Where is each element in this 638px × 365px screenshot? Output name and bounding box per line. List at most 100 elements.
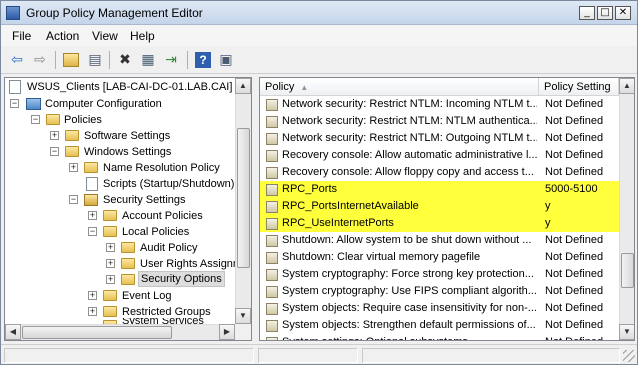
column-header-setting-label: Policy Setting	[544, 81, 611, 93]
policy-setting: Not Defined	[545, 251, 604, 263]
export-icon[interactable]: ⇥	[163, 52, 179, 68]
tree-item-scripts[interactable]: Scripts (Startup/Shutdown)	[5, 176, 245, 192]
table-row[interactable]: Network security: Restrict NTLM: NTLM au…	[260, 113, 619, 130]
menu-help[interactable]: Help	[130, 29, 155, 43]
tree-item-computer-configuration[interactable]: − Computer Configuration	[5, 96, 245, 112]
table-row[interactable]: Shutdown: Clear virtual memory pagefile N…	[260, 249, 619, 266]
table-row[interactable]: System cryptography: Force strong key pr…	[260, 266, 619, 283]
policy-icon	[266, 252, 278, 264]
tree-horizontal-scrollbar[interactable]: ◀ ▶	[5, 324, 235, 340]
tree-item-local-policies[interactable]: − Local Policies	[5, 224, 245, 240]
list-vertical-scrollbar[interactable]: ▲ ▼	[619, 78, 634, 340]
policy-setting: Not Defined	[545, 334, 603, 340]
scroll-right-button[interactable]: ▶	[219, 324, 235, 340]
console-icon[interactable]: ▣	[218, 52, 234, 68]
tree-item-policies[interactable]: − Policies	[5, 112, 245, 128]
policy-setting: 5000-5100	[545, 183, 598, 195]
toolbar-separator	[55, 51, 56, 69]
resize-grip-icon[interactable]	[623, 350, 635, 362]
scroll-up-button[interactable]: ▲	[619, 78, 634, 94]
tree-item-label: Name Resolution Policy	[103, 162, 220, 174]
tree-item-windows-settings[interactable]: − Windows Settings	[5, 144, 245, 160]
table-row[interactable]: System cryptography: Use FIPS compliant …	[260, 283, 619, 300]
scroll-down-button[interactable]: ▼	[619, 324, 634, 340]
expand-icon[interactable]: +	[106, 259, 115, 268]
scroll-left-button[interactable]: ◀	[5, 324, 21, 340]
up-folder-icon[interactable]	[63, 53, 79, 67]
toolbar: ⇦ ⇨ ▤ ✖ ▦ ⇥ ? ▣	[1, 46, 637, 74]
forward-icon[interactable]: ⇨	[32, 52, 48, 68]
menu-view[interactable]: View	[92, 29, 118, 43]
expand-icon[interactable]: +	[69, 163, 78, 172]
properties-icon[interactable]: ▦	[140, 52, 156, 68]
delete-icon[interactable]: ✖	[117, 52, 133, 68]
policy-name: Network security: Restrict NTLM: Incomin…	[282, 98, 537, 110]
scroll-thumb[interactable]	[237, 128, 250, 268]
tree-item-software-settings[interactable]: + Software Settings	[5, 128, 245, 144]
table-row[interactable]: Recovery console: Allow automatic admini…	[260, 147, 619, 164]
status-panel-left	[4, 348, 254, 363]
menu-file[interactable]: File	[12, 29, 31, 43]
help-icon[interactable]: ?	[195, 52, 211, 68]
tree-root[interactable]: WSUS_Clients [LAB-CAI-DC-01.LAB.CAI] Po	[7, 79, 249, 95]
policy-name: System cryptography: Force strong key pr…	[282, 268, 534, 280]
scroll-up-button[interactable]: ▲	[235, 78, 251, 94]
expand-icon[interactable]: +	[50, 131, 59, 140]
tree-item-name-resolution-policy[interactable]: + Name Resolution Policy	[5, 160, 245, 176]
column-header-policy[interactable]: Policy ▲	[260, 78, 539, 96]
table-row[interactable]: RPC_UseInternetPorts y	[260, 215, 619, 232]
column-header-policy-setting[interactable]: Policy Setting	[539, 78, 619, 96]
tree-item-audit-policy[interactable]: + Audit Policy	[5, 240, 245, 256]
policy-name: Shutdown: Clear virtual memory pagefile	[282, 251, 481, 263]
tree-item-security-settings[interactable]: − Security Settings	[5, 192, 245, 208]
expand-icon[interactable]: +	[88, 307, 97, 316]
scroll-thumb[interactable]	[22, 326, 172, 339]
collapse-icon[interactable]: −	[88, 227, 97, 236]
menu-action[interactable]: Action	[46, 29, 79, 43]
table-row[interactable]: System objects: Require case insensitivi…	[260, 300, 619, 317]
table-row[interactable]: Network security: Restrict NTLM: Incomin…	[260, 96, 619, 113]
table-row[interactable]: System settings: Optional subsystems Not …	[260, 334, 619, 340]
table-row[interactable]: RPC_Ports 5000-5100	[260, 181, 619, 198]
minimize-button[interactable]: _	[579, 6, 595, 20]
tree-item-event-log[interactable]: + Event Log	[5, 288, 245, 304]
scroll-down-button[interactable]: ▼	[235, 308, 251, 324]
close-button[interactable]: ✕	[615, 6, 631, 20]
collapse-icon[interactable]: −	[69, 195, 78, 204]
policy-setting: Not Defined	[545, 132, 604, 144]
list-header: Policy ▲ Policy Setting	[260, 78, 619, 96]
back-icon[interactable]: ⇦	[9, 52, 25, 68]
table-row[interactable]: RPC_PortsInternetAvailable y	[260, 198, 619, 215]
tree-vertical-scrollbar[interactable]: ▲ ▼	[235, 78, 251, 324]
table-row[interactable]: Network security: Restrict NTLM: Outgoin…	[260, 130, 619, 147]
table-row[interactable]: Recovery console: Allow floppy copy and …	[260, 164, 619, 181]
title-bar[interactable]: Group Policy Management Editor _ □ ✕	[1, 1, 637, 25]
scroll-thumb[interactable]	[621, 253, 634, 288]
tree-item-user-rights-assignment[interactable]: + User Rights Assignm	[5, 256, 245, 272]
tree-item-label: Audit Policy	[140, 242, 198, 254]
folder-icon	[103, 210, 117, 221]
tree-item-label: Scripts (Startup/Shutdown)	[103, 178, 235, 190]
collapse-icon[interactable]: −	[50, 147, 59, 156]
policy-folder-icon	[121, 274, 135, 285]
policy-name: Recovery console: Allow floppy copy and …	[282, 166, 534, 178]
computer-icon	[26, 98, 41, 110]
expand-icon[interactable]: +	[106, 275, 115, 284]
folder-icon	[65, 130, 79, 141]
expand-icon[interactable]: +	[106, 243, 115, 252]
collapse-icon[interactable]: −	[31, 115, 40, 124]
policy-name: RPC_Ports	[282, 183, 338, 195]
console-tree[interactable]: WSUS_Clients [LAB-CAI-DC-01.LAB.CAI] Po …	[4, 77, 252, 341]
policy-list[interactable]: Policy ▲ Policy Setting Network security:…	[259, 77, 635, 341]
tree-item-account-policies[interactable]: + Account Policies	[5, 208, 245, 224]
show-tree-icon[interactable]: ▤	[87, 52, 103, 68]
maximize-button[interactable]: □	[597, 6, 613, 20]
collapse-icon[interactable]: −	[10, 99, 19, 108]
security-icon	[84, 194, 98, 206]
expand-icon[interactable]: +	[88, 291, 97, 300]
table-row[interactable]: System objects: Strengthen default permi…	[260, 317, 619, 334]
table-row[interactable]: Shutdown: Allow system to be shut down w…	[260, 232, 619, 249]
tree-item-security-options[interactable]: + Security Options	[5, 271, 245, 288]
policy-setting: Not Defined	[545, 302, 604, 314]
expand-icon[interactable]: +	[88, 211, 97, 220]
